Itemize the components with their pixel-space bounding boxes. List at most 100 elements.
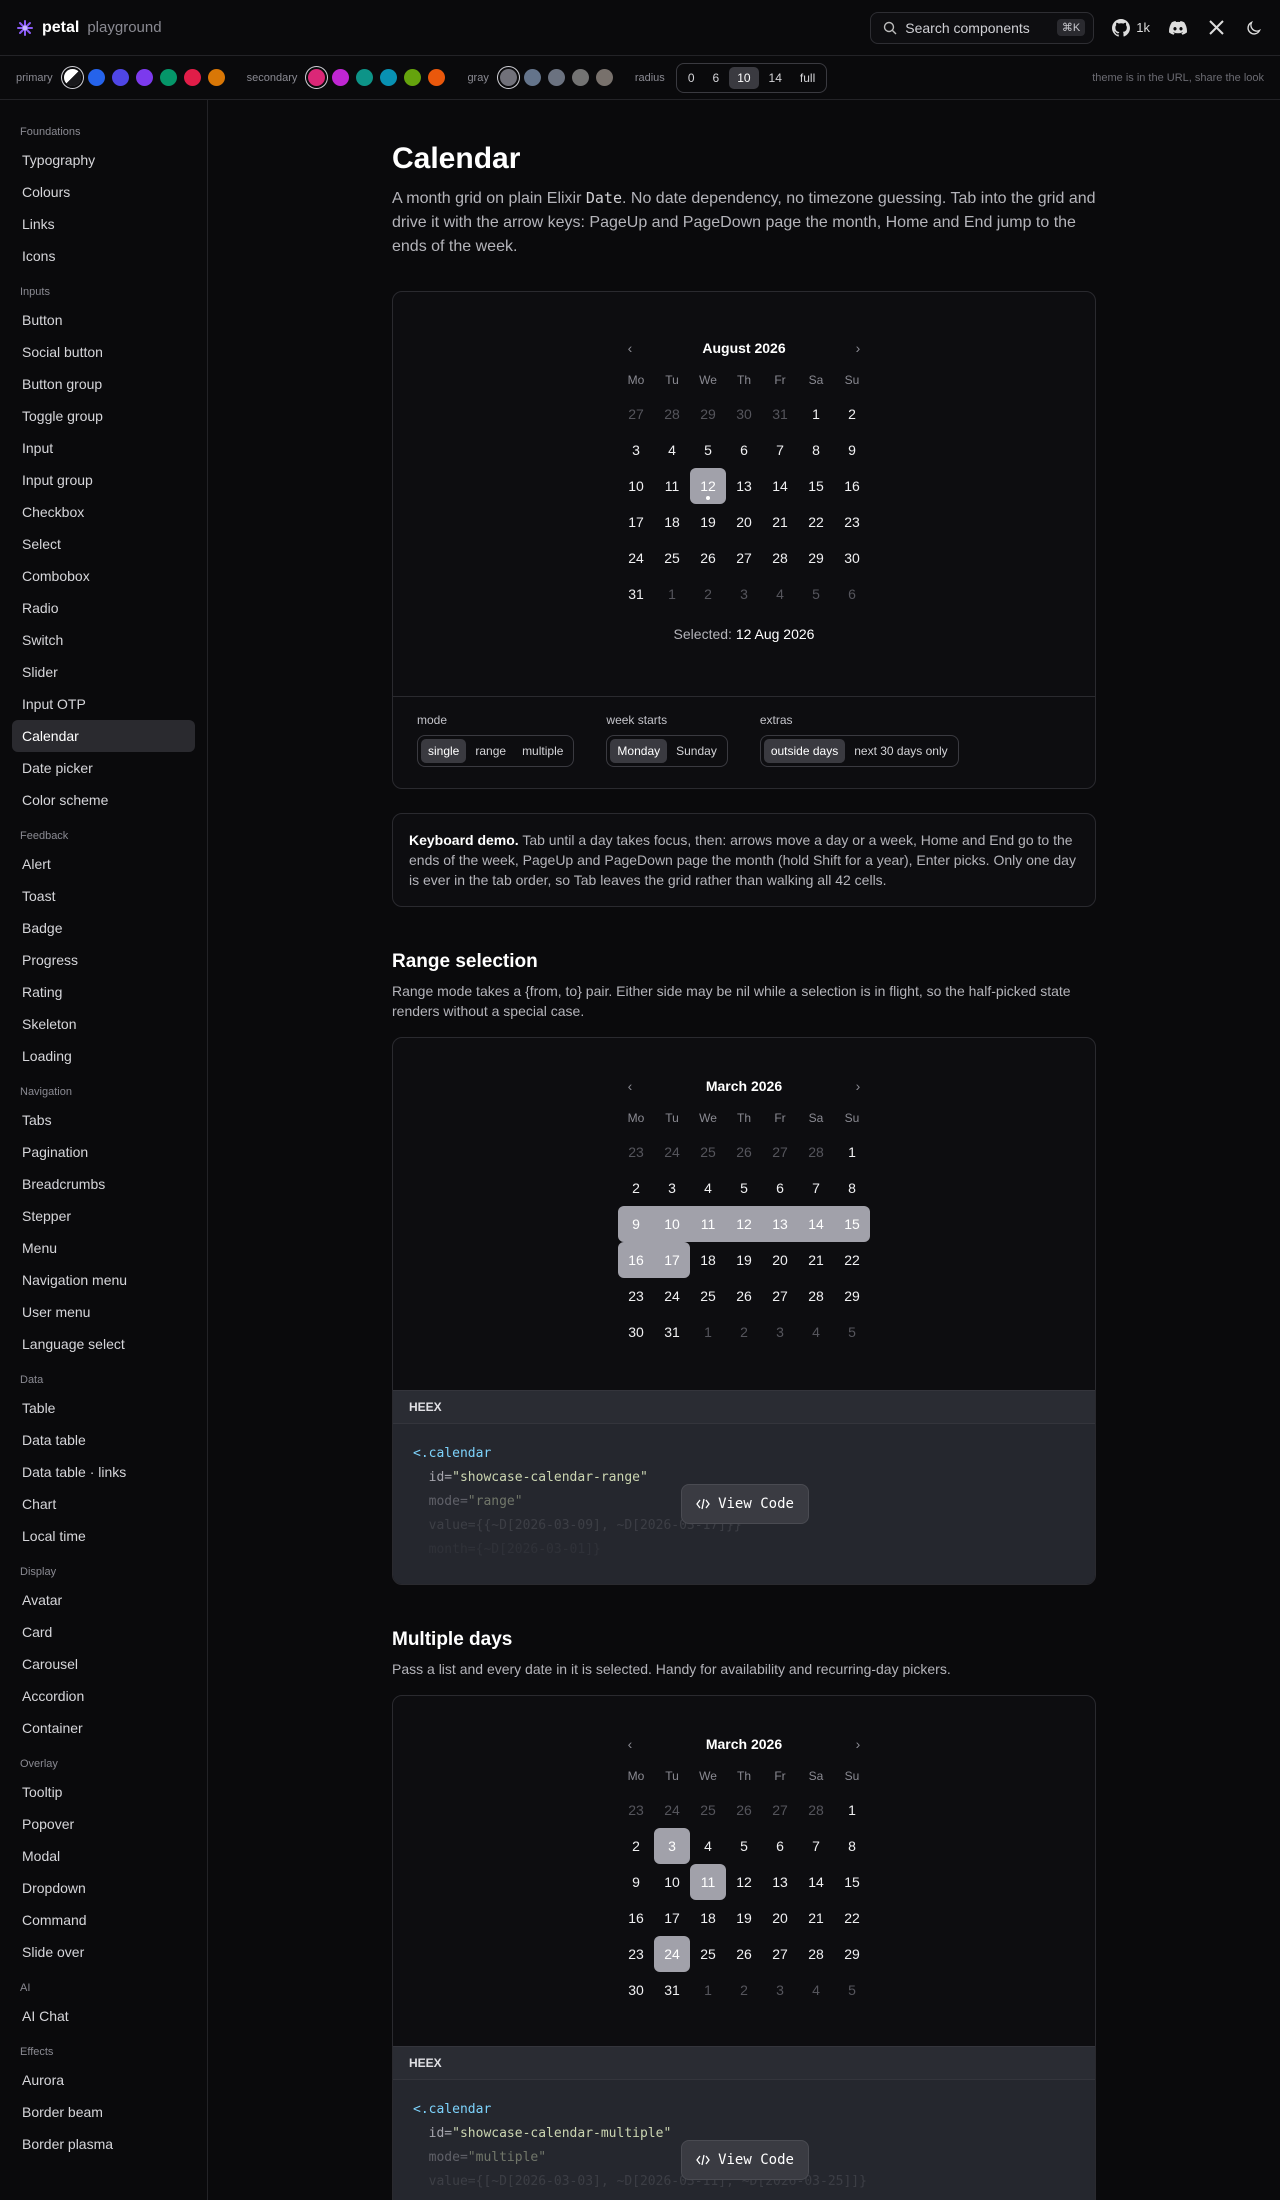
day-cell[interactable]: 28 xyxy=(798,1134,834,1170)
day-cell[interactable]: 4 xyxy=(762,576,798,612)
search-button[interactable]: Search components ⌘K xyxy=(870,11,1095,44)
day-cell[interactable]: 7 xyxy=(762,432,798,468)
day-cell[interactable]: 15 xyxy=(834,1206,870,1242)
day-cell[interactable]: 22 xyxy=(834,1900,870,1936)
secondary-swatch[interactable] xyxy=(332,69,350,86)
next-month-button[interactable]: › xyxy=(846,340,870,356)
sidebar-item[interactable]: Radio xyxy=(12,592,195,624)
sidebar-item[interactable]: Links xyxy=(12,208,195,240)
sidebar-item[interactable]: Border beam xyxy=(12,2096,195,2128)
day-cell[interactable]: 3 xyxy=(654,1170,690,1206)
day-cell[interactable]: 10 xyxy=(654,1206,690,1242)
day-cell[interactable]: 7 xyxy=(798,1170,834,1206)
day-cell[interactable]: 30 xyxy=(618,1972,654,2008)
day-cell[interactable]: 6 xyxy=(762,1828,798,1864)
day-cell[interactable]: 12 xyxy=(726,1864,762,1900)
day-cell[interactable]: 21 xyxy=(798,1900,834,1936)
day-cell[interactable]: 10 xyxy=(618,468,654,504)
day-cell[interactable]: 24 xyxy=(654,1936,690,1972)
discord-icon[interactable] xyxy=(1168,18,1188,38)
day-cell[interactable]: 26 xyxy=(726,1278,762,1314)
day-cell[interactable]: 14 xyxy=(798,1864,834,1900)
sidebar-item[interactable]: AI Chat xyxy=(12,2000,195,2032)
day-cell[interactable]: 4 xyxy=(798,1314,834,1350)
gray-swatch[interactable] xyxy=(499,69,517,86)
sidebar-item[interactable]: Badge xyxy=(12,912,195,944)
sidebar-item[interactable]: Loading xyxy=(12,1040,195,1072)
radius-option[interactable]: 0 xyxy=(680,67,703,89)
day-cell[interactable]: 27 xyxy=(762,1792,798,1828)
day-cell[interactable]: 27 xyxy=(618,396,654,432)
day-cell[interactable]: 19 xyxy=(690,504,726,540)
sidebar-item[interactable]: Switch xyxy=(12,624,195,656)
primary-swatch[interactable] xyxy=(159,69,177,86)
day-cell[interactable]: 28 xyxy=(798,1936,834,1972)
sidebar-item[interactable]: Breadcrumbs xyxy=(12,1168,195,1200)
day-cell[interactable]: 6 xyxy=(726,432,762,468)
radius-option[interactable]: full xyxy=(792,67,823,89)
sidebar-item[interactable]: Rating xyxy=(12,976,195,1008)
day-cell[interactable]: 8 xyxy=(834,1170,870,1206)
day-cell[interactable]: 3 xyxy=(654,1828,690,1864)
sidebar-item[interactable]: Carousel xyxy=(12,1648,195,1680)
sidebar-item[interactable]: Checkbox xyxy=(12,496,195,528)
sidebar-item[interactable]: Local time xyxy=(12,1520,195,1552)
secondary-swatch[interactable] xyxy=(428,69,446,86)
day-cell[interactable]: 9 xyxy=(618,1864,654,1900)
sidebar-item[interactable]: Button xyxy=(12,304,195,336)
day-cell[interactable]: 11 xyxy=(690,1206,726,1242)
segment-option[interactable]: outside days xyxy=(763,739,846,763)
sidebar-item[interactable]: Alert xyxy=(12,848,195,880)
radius-option[interactable]: 6 xyxy=(705,67,728,89)
secondary-swatch[interactable] xyxy=(380,69,398,86)
day-cell[interactable]: 23 xyxy=(834,504,870,540)
day-cell[interactable]: 19 xyxy=(726,1900,762,1936)
day-cell[interactable]: 4 xyxy=(654,432,690,468)
gray-swatch[interactable] xyxy=(547,69,565,86)
day-cell[interactable]: 1 xyxy=(690,1972,726,2008)
day-cell[interactable]: 2 xyxy=(618,1170,654,1206)
day-cell[interactable]: 21 xyxy=(762,504,798,540)
x-twitter-icon[interactable] xyxy=(1206,18,1226,38)
sidebar-item[interactable]: Icons xyxy=(12,240,195,272)
day-cell[interactable]: 8 xyxy=(798,432,834,468)
day-cell[interactable]: 10 xyxy=(654,1864,690,1900)
sidebar-item[interactable]: Menu xyxy=(12,1232,195,1264)
sidebar-item[interactable]: Skeleton xyxy=(12,1008,195,1040)
day-cell[interactable]: 17 xyxy=(654,1900,690,1936)
day-cell[interactable]: 26 xyxy=(726,1134,762,1170)
sidebar-item[interactable]: Card xyxy=(12,1616,195,1648)
day-cell[interactable]: 5 xyxy=(798,576,834,612)
sidebar-item[interactable]: Dropdown xyxy=(12,1872,195,1904)
day-cell[interactable]: 8 xyxy=(834,1828,870,1864)
day-cell[interactable]: 30 xyxy=(834,540,870,576)
day-cell[interactable]: 20 xyxy=(762,1242,798,1278)
segment-option[interactable]: next 30 days only xyxy=(847,739,954,763)
sidebar-item[interactable]: Popover xyxy=(12,1808,195,1840)
day-cell[interactable]: 30 xyxy=(618,1314,654,1350)
day-cell[interactable]: 28 xyxy=(798,1792,834,1828)
day-cell[interactable]: 4 xyxy=(690,1170,726,1206)
sidebar-item[interactable]: Progress xyxy=(12,944,195,976)
day-cell[interactable]: 6 xyxy=(762,1170,798,1206)
day-cell[interactable]: 25 xyxy=(690,1792,726,1828)
day-cell[interactable]: 31 xyxy=(654,1972,690,2008)
day-cell[interactable]: 1 xyxy=(834,1134,870,1170)
primary-default-swatch[interactable] xyxy=(63,69,81,86)
day-cell[interactable]: 18 xyxy=(690,1242,726,1278)
day-cell[interactable]: 22 xyxy=(798,504,834,540)
sidebar-item[interactable]: Accordion xyxy=(12,1680,195,1712)
segment-option[interactable]: Monday xyxy=(610,739,668,763)
sidebar-item[interactable]: Typography xyxy=(12,144,195,176)
segment-option[interactable]: Sunday xyxy=(669,739,724,763)
sidebar-item[interactable]: Tabs xyxy=(12,1104,195,1136)
gray-swatch[interactable] xyxy=(595,69,613,86)
day-cell[interactable]: 11 xyxy=(654,468,690,504)
day-cell[interactable]: 5 xyxy=(690,432,726,468)
moon-icon[interactable] xyxy=(1244,18,1264,38)
next-month-button[interactable]: › xyxy=(846,1078,870,1094)
sidebar-item[interactable]: Color scheme xyxy=(12,784,195,816)
sidebar-item[interactable]: Select xyxy=(12,528,195,560)
prev-month-button[interactable]: ‹ xyxy=(618,1736,642,1752)
day-cell[interactable]: 1 xyxy=(798,396,834,432)
